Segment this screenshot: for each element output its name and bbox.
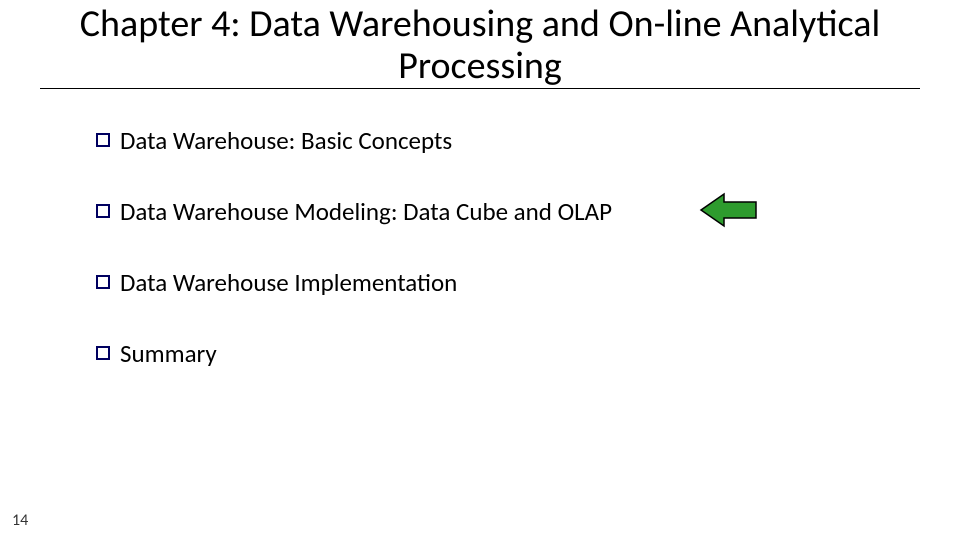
list-item-label: Data Warehouse: Basic Concepts bbox=[120, 125, 452, 156]
square-bullet-icon bbox=[96, 204, 110, 218]
list-item: Data Warehouse: Basic Concepts bbox=[96, 125, 960, 156]
list-item-label: Data Warehouse Modeling: Data Cube and O… bbox=[120, 196, 612, 227]
page-number: 14 bbox=[12, 511, 28, 530]
square-bullet-icon bbox=[96, 133, 110, 147]
bullet-list: Data Warehouse: Basic Concepts Data Ware… bbox=[0, 95, 960, 369]
title-underline bbox=[40, 88, 920, 89]
list-item: Data Warehouse Implementation bbox=[96, 267, 960, 298]
list-item: Summary bbox=[96, 338, 960, 369]
list-item-label: Summary bbox=[120, 338, 217, 369]
list-item-label: Data Warehouse Implementation bbox=[120, 267, 457, 298]
square-bullet-icon bbox=[96, 275, 110, 289]
square-bullet-icon bbox=[96, 346, 110, 360]
list-item: Data Warehouse Modeling: Data Cube and O… bbox=[96, 196, 960, 227]
highlight-arrow-icon bbox=[696, 190, 766, 235]
slide-title: Chapter 4: Data Warehousing and On-line … bbox=[0, 0, 960, 94]
